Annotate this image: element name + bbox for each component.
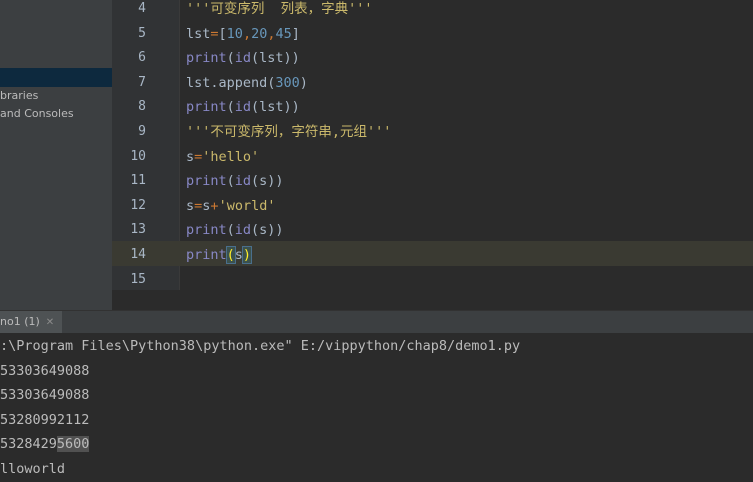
code-token: 45 xyxy=(275,25,292,42)
code-token: s xyxy=(234,247,243,263)
sidebar-item-scratches-consoles[interactable]: and Consoles xyxy=(0,105,74,123)
code-token: ( xyxy=(226,222,235,239)
code-token: ] xyxy=(291,25,300,42)
code-token: [ xyxy=(218,25,227,42)
code-token: (lst)) xyxy=(251,99,300,116)
code-token: print xyxy=(186,247,227,263)
line-number: 8 xyxy=(138,99,146,115)
code-token: 20 xyxy=(251,25,268,42)
code-token: ( xyxy=(226,99,235,116)
code-token: id xyxy=(234,50,252,67)
code-line[interactable]: print(id(s)) xyxy=(186,218,284,242)
sidebar-selected-row[interactable] xyxy=(0,68,112,87)
code-token: 'hello' xyxy=(202,148,260,165)
code-token: id xyxy=(234,222,252,239)
code-line[interactable]: print(id(s)) xyxy=(186,169,284,193)
code-line[interactable]: lst.append(300) xyxy=(186,71,308,95)
code-token: = xyxy=(210,25,219,42)
code-token: lst xyxy=(186,25,211,42)
line-number: 11 xyxy=(130,173,146,189)
line-number: 5 xyxy=(138,25,146,41)
line-number: 12 xyxy=(130,197,146,213)
code-line[interactable]: s='hello' xyxy=(186,145,259,169)
code-token: ( xyxy=(226,50,235,67)
console-output-line: 53280992112 xyxy=(0,411,90,428)
console-output-line: lloworld xyxy=(0,460,66,477)
code-token: 300 xyxy=(275,74,300,91)
code-line[interactable]: print(id(lst)) xyxy=(186,46,300,70)
line-number: 14 xyxy=(130,247,146,262)
code-token: (s)) xyxy=(251,222,284,239)
code-token: 10 xyxy=(226,25,243,42)
code-token: + xyxy=(210,197,219,214)
line-number: 13 xyxy=(130,222,146,238)
code-line[interactable]: '''不可变序列，字符串,元组''' xyxy=(186,120,391,144)
console-output-line: 53303649088 xyxy=(0,387,90,403)
console-output-line: 53284295600 xyxy=(0,432,90,456)
run-tab-demo1[interactable]: no1 (1) ✕ xyxy=(0,311,63,333)
line-number: 9 xyxy=(138,124,146,139)
code-line[interactable]: s=s+'world' xyxy=(186,194,275,218)
code-line[interactable]: lst=[10,20,45] xyxy=(186,22,300,46)
code-token: s xyxy=(186,148,195,165)
code-token: id xyxy=(234,99,252,116)
run-tool-window-tabs: no1 (1) ✕ xyxy=(0,310,753,334)
run-tab-label: no1 (1) xyxy=(0,315,40,328)
line-number: 15 xyxy=(130,271,146,287)
editor-bottom xyxy=(112,290,753,310)
code-token: print xyxy=(186,99,227,116)
console-selection: 5600 xyxy=(56,436,90,452)
code-token: lst.append( xyxy=(186,74,276,91)
code-token: (lst)) xyxy=(251,50,300,67)
line-number: 6 xyxy=(138,50,146,66)
code-line[interactable]: '''可变序列 列表，字典''' xyxy=(186,0,373,21)
close-icon[interactable]: ✕ xyxy=(46,317,54,328)
code-token: ) xyxy=(299,74,308,91)
console-output-line: 53303649088 xyxy=(0,362,90,379)
code-token: id xyxy=(234,173,252,190)
code-line[interactable]: print(id(lst)) xyxy=(186,95,300,119)
code-token: ( xyxy=(226,173,235,190)
project-sidebar: braries and Consoles xyxy=(0,0,112,310)
code-token: '''不可变序列，字符串,元组''' xyxy=(186,124,392,140)
sidebar-item-external-libraries[interactable]: braries xyxy=(0,87,38,105)
console-output-line: :\Program Files\Python38\python.exe" E:/… xyxy=(0,338,521,354)
code-token: print xyxy=(186,173,227,190)
matched-bracket: ) xyxy=(241,246,253,264)
line-number: 4 xyxy=(138,1,146,16)
console-text: 5328429 xyxy=(0,436,57,452)
code-token: , xyxy=(242,25,252,42)
line-number: 7 xyxy=(138,74,146,90)
code-line[interactable]: print(s) xyxy=(186,243,253,267)
matched-bracket: ( xyxy=(225,246,236,264)
code-token: s xyxy=(186,197,195,214)
code-token: 'world' xyxy=(218,197,276,214)
code-token: print xyxy=(186,222,227,239)
code-token: print xyxy=(186,50,227,67)
code-token: (s)) xyxy=(251,173,284,190)
code-token: '''可变序列 列表，字典''' xyxy=(186,1,373,17)
line-number: 10 xyxy=(130,148,146,164)
